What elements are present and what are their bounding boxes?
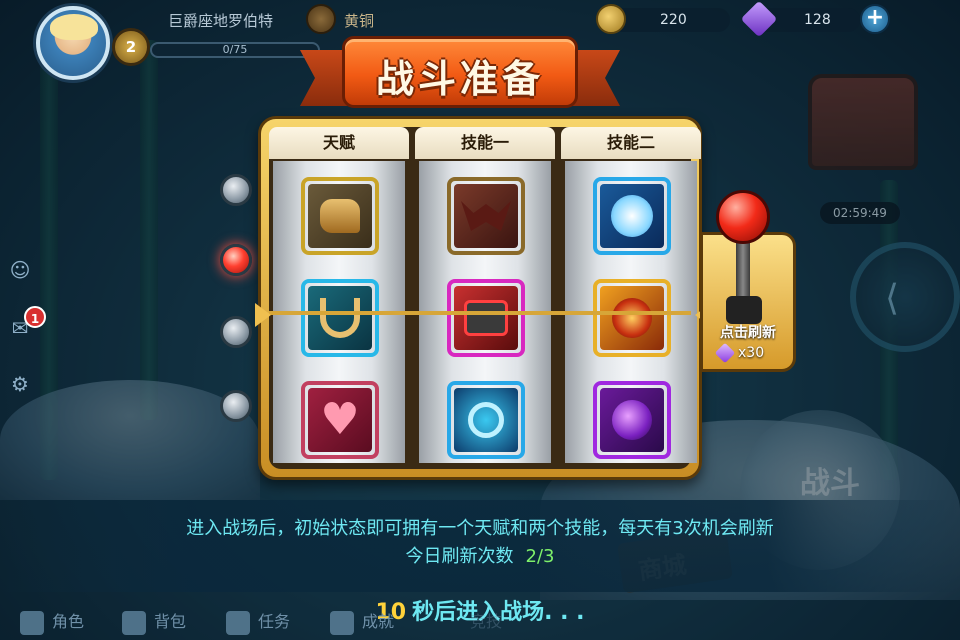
fire-rock-icon [593,279,671,357]
indicator-bulb [220,316,252,348]
title-banner: 战斗准备 [300,30,620,116]
trophy-icon [330,610,354,635]
refresh-cost: x30 [714,342,786,366]
add-gems-button[interactable]: + [860,4,890,34]
settings-gear-icon[interactable]: ⚙ [6,370,34,398]
bat-icon [447,177,525,255]
column-header-skill-two: 技能二 [561,127,701,159]
refresh-cost-value: x30 [738,345,765,361]
lever-knob[interactable] [716,190,770,244]
nav-tasks[interactable]: 任务 [226,608,290,636]
gem-icon [714,342,736,364]
skill-slot-machine: 天赋 ♥ 技能一 技能二 [255,116,711,480]
nav-backpack[interactable]: 背包 [122,608,186,636]
column-header-skill-one: 技能一 [415,127,555,159]
player-avatar[interactable] [36,6,110,80]
selection-line [269,311,691,315]
column-skill-one: 技能一 [415,127,555,469]
exp-bar: 0/75 [150,42,320,58]
column-header-talent: 天赋 [269,127,409,159]
refresh-label: 点击刷新 [720,325,776,341]
level-badge: 2 [112,28,150,66]
column-skill-two: 技能二 [561,127,701,469]
nav-arena[interactable]: 竞技 [470,608,502,636]
rank-label: 黄铜 [344,12,375,30]
gem-value: 128 [804,12,831,28]
time-bomb-icon [447,279,525,357]
mail-badge: 1 [24,306,46,328]
ice-ball-icon [593,177,671,255]
indicator-bulb [220,174,252,206]
coin-value: 220 [660,12,687,28]
refresh-count-value: 2/3 [525,546,555,567]
refresh-count-label: 今日刷新次数 [405,546,514,567]
character-icon [20,610,44,635]
quill-icon [226,610,250,635]
column-talent: 天赋 ♥ [269,127,409,469]
slingshot-icon [301,279,379,357]
friends-icon[interactable]: ☺ [6,256,34,284]
info-description: 进入战场后，初始状态即可拥有一个天赋和两个技能，每天有3次机会刷新 [186,518,774,539]
shadow-orb-icon [593,381,671,459]
nav-achievements[interactable]: 成就 [330,608,394,636]
winged-boot-icon [301,177,379,255]
bottom-nav: 角色 背包 任务 成就 竞技 [0,600,960,640]
indicator-bulb-active [220,244,252,276]
dialog-title: 战斗准备 [375,57,544,101]
player-name: 巨爵座地罗伯特 [168,12,274,30]
lever-base [726,296,762,324]
vortex-icon [447,381,525,459]
backpack-icon [122,610,146,635]
indicator-bulb [220,390,252,422]
refresh-count-line: 今日刷新次数 2/3 [0,542,960,568]
heart-heal-icon: ♥ [301,381,379,459]
nav-character[interactable]: 角色 [20,608,84,636]
slot-reels: 天赋 ♥ 技能一 技能二 [269,127,701,469]
exp-text: 0/75 [222,43,248,56]
selection-arrow-left [255,303,271,327]
